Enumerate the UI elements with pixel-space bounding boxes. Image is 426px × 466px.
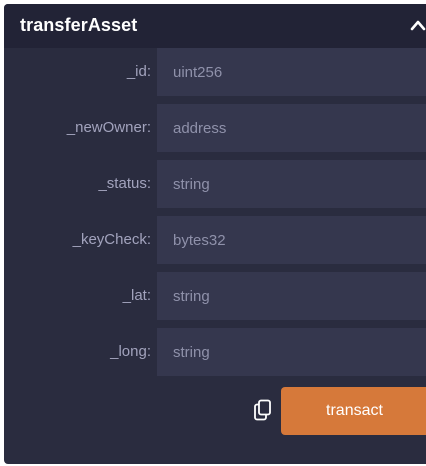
param-label-id: _id: [126,63,151,80]
param-input-id[interactable] [157,48,426,96]
param-input-new-owner[interactable] [157,104,426,152]
function-header[interactable]: transferAsset [4,4,426,48]
param-input-key-check[interactable] [157,216,426,264]
param-row-new-owner: _newOwner: [4,104,426,152]
param-row-long: _long: [4,328,426,376]
param-label-lat: _lat: [122,287,151,304]
param-input-status[interactable] [157,160,426,208]
function-title: transferAsset [20,15,138,35]
param-row-key-check: _keyCheck: [4,216,426,264]
param-input-long[interactable] [157,328,426,376]
param-row-id: _id: [4,48,426,96]
function-panel: transferAsset _id: _newOwner: _status: _… [4,4,426,464]
param-input-lat[interactable] [157,272,426,320]
param-label-key-check: _keyCheck: [72,231,151,248]
param-label-long: _long: [110,343,151,360]
param-row-status: _status: [4,160,426,208]
param-label-new-owner: _newOwner: [66,119,151,136]
transact-button[interactable]: transact [281,387,426,435]
param-label-status: _status: [98,175,151,192]
chevron-up-icon[interactable] [410,18,426,32]
param-row-lat: _lat: [4,272,426,320]
copy-icon[interactable] [253,399,273,421]
